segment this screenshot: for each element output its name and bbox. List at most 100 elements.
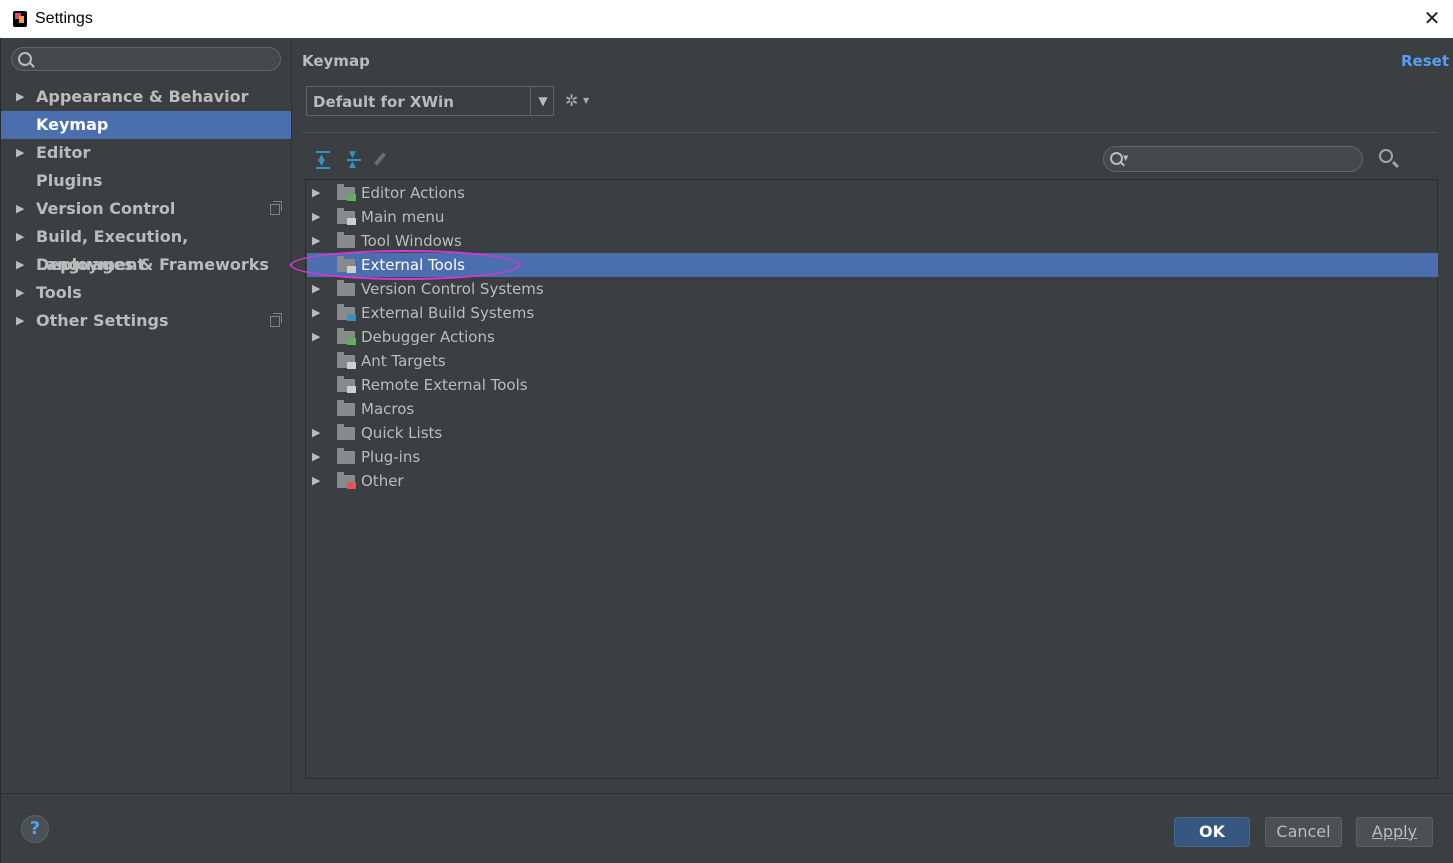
title-bar: Settings ✕ bbox=[0, 0, 1453, 38]
footer-divider bbox=[1, 793, 1453, 794]
sidebar-item-other-settings[interactable]: ▶ Other Settings bbox=[1, 307, 291, 335]
folder-icon bbox=[337, 232, 355, 248]
tree-row-label: Other bbox=[361, 472, 404, 490]
page-title: Keymap bbox=[302, 52, 370, 70]
tree-row-label: Quick Lists bbox=[361, 424, 443, 442]
sidebar-item-label: Keymap bbox=[36, 115, 109, 134]
expand-arrow-icon[interactable]: ▶ bbox=[312, 445, 320, 469]
close-icon[interactable]: ✕ bbox=[1422, 6, 1442, 31]
tree-row[interactable]: ▶ External Build Systems bbox=[307, 301, 1438, 325]
tree-row[interactable]: Macros bbox=[307, 397, 1438, 421]
chevron-down-icon[interactable]: ▼ bbox=[530, 87, 555, 115]
project-settings-icon bbox=[270, 313, 282, 327]
tree-row-label: Debugger Actions bbox=[361, 328, 495, 346]
gear-dropdown-icon[interactable]: ▼ bbox=[583, 96, 589, 105]
reset-link[interactable]: Reset bbox=[1401, 52, 1449, 70]
tree-row[interactable]: ▶ Main menu bbox=[307, 205, 1438, 229]
icon-badge bbox=[347, 482, 356, 489]
icon-badge bbox=[347, 314, 356, 321]
sidebar-item-label: Version Control bbox=[36, 199, 176, 218]
icon-badge bbox=[347, 218, 356, 225]
gear-icon[interactable]: ✲ bbox=[565, 91, 578, 110]
sidebar-item-label: Tools bbox=[36, 283, 82, 302]
tree-row[interactable]: ▶ Debugger Actions bbox=[307, 325, 1438, 349]
sidebar-item-appearance-behavior[interactable]: ▶ Appearance & Behavior bbox=[1, 83, 291, 111]
tree-row-label: Macros bbox=[361, 400, 415, 418]
project-settings-icon bbox=[270, 201, 282, 215]
search-icon bbox=[18, 52, 32, 66]
tree-row-label: Plug-ins bbox=[361, 448, 421, 466]
apply-button[interactable]: Apply bbox=[1356, 817, 1433, 847]
sidebar-item-label: Plugins bbox=[36, 171, 103, 190]
divider bbox=[302, 132, 1438, 133]
expand-all-icon[interactable]: ▲ ▼ bbox=[315, 151, 331, 169]
keymap-select[interactable]: Default for XWin ▼ bbox=[306, 86, 554, 116]
tree-row-label: Ant Targets bbox=[361, 352, 446, 370]
tree-row-label: External Build Systems bbox=[361, 304, 535, 322]
expand-arrow-icon[interactable]: ▶ bbox=[312, 469, 320, 493]
search-icon bbox=[1110, 152, 1123, 165]
sidebar-search-input[interactable] bbox=[11, 47, 281, 71]
sidebar-item-plugins[interactable]: Plugins bbox=[1, 167, 291, 195]
keymap-select-value: Default for XWin bbox=[313, 93, 454, 111]
sidebar-item-editor[interactable]: ▶ Editor bbox=[1, 139, 291, 167]
sidebar-item-tools[interactable]: ▶ Tools bbox=[1, 279, 291, 307]
expand-arrow-icon[interactable]: ▶ bbox=[312, 181, 320, 205]
tree-row[interactable]: ▶ Version Control Systems bbox=[307, 277, 1438, 301]
icon-badge bbox=[347, 194, 356, 201]
tree-row-label: Tool Windows bbox=[361, 232, 462, 250]
tree-row[interactable]: ▶ Tool Windows bbox=[307, 229, 1438, 253]
cancel-button[interactable]: Cancel bbox=[1265, 817, 1342, 847]
expand-arrow-icon[interactable]: ▶ bbox=[16, 223, 24, 251]
intellij-icon bbox=[13, 11, 27, 27]
expand-arrow-icon[interactable]: ▶ bbox=[312, 421, 320, 445]
tree-row[interactable]: ▶ Editor Actions bbox=[307, 181, 1438, 205]
folder-icon bbox=[337, 424, 355, 440]
expand-arrow-icon[interactable]: ▶ bbox=[312, 205, 320, 229]
expand-arrow-icon[interactable]: ▶ bbox=[16, 195, 24, 223]
sidebar-item-build-execution-deployment[interactable]: ▶ Build, Execution, Deployment bbox=[1, 223, 291, 274]
tree-row-label: External Tools bbox=[361, 256, 465, 274]
expand-arrow-icon[interactable]: ▶ bbox=[312, 229, 320, 253]
tree-row[interactable]: External Tools bbox=[307, 253, 1438, 277]
folder-icon bbox=[337, 400, 355, 416]
expand-arrow-icon[interactable]: ▶ bbox=[312, 277, 320, 301]
sidebar-item-languages-frameworks[interactable]: ▶ Languages & Frameworks bbox=[1, 251, 291, 279]
sidebar-item-label: Editor bbox=[36, 143, 91, 162]
tree-row[interactable]: ▶ Quick Lists bbox=[307, 421, 1438, 445]
icon-badge bbox=[347, 338, 356, 345]
search-options-icon[interactable]: ▼ bbox=[1123, 154, 1128, 162]
tree-row[interactable]: ▶ Other bbox=[307, 469, 1438, 493]
sidebar-item-label: Appearance & Behavior bbox=[36, 87, 249, 106]
settings-sidebar: ▶ Appearance & Behavior Keymap ▶ Editor Plugi… bbox=[1, 38, 292, 793]
sidebar-item-label: Languages & Frameworks bbox=[36, 255, 269, 274]
folder-icon bbox=[337, 448, 355, 464]
expand-arrow-icon[interactable]: ▶ bbox=[312, 325, 320, 349]
expand-arrow-icon[interactable]: ▶ bbox=[16, 251, 24, 279]
action-search-input[interactable]: ▼ bbox=[1103, 146, 1363, 172]
tree-row[interactable]: ▶ Plug-ins bbox=[307, 445, 1438, 469]
expand-arrow-icon[interactable]: ▶ bbox=[312, 301, 320, 325]
sidebar-item-label: Other Settings bbox=[36, 311, 169, 330]
expand-arrow-icon[interactable]: ▶ bbox=[16, 279, 24, 307]
tree-row[interactable]: Remote External Tools bbox=[307, 373, 1438, 397]
keymap-actions-tree: ▶ Editor Actions ▶ Main menu ▶ Tool Windows Ex… bbox=[305, 179, 1438, 779]
sidebar-item-keymap[interactable]: Keymap bbox=[1, 111, 291, 139]
tree-row-label: Main menu bbox=[361, 208, 445, 226]
tree-row-label: Remote External Tools bbox=[361, 376, 528, 394]
ok-button[interactable]: OK bbox=[1174, 817, 1250, 847]
sidebar-item-version-control[interactable]: ▶ Version Control bbox=[1, 195, 291, 223]
icon-badge bbox=[347, 266, 356, 273]
tree-row-label: Editor Actions bbox=[361, 184, 465, 202]
collapse-all-icon[interactable]: ▼ ▲ bbox=[346, 151, 362, 170]
tree-row[interactable]: Ant Targets bbox=[307, 349, 1438, 373]
folder-icon bbox=[337, 280, 355, 296]
find-by-shortcut-icon[interactable] bbox=[1379, 149, 1393, 163]
expand-arrow-icon[interactable]: ▶ bbox=[16, 139, 24, 167]
help-button[interactable]: ? bbox=[21, 815, 49, 843]
icon-badge bbox=[347, 386, 356, 393]
tree-row-label: Version Control Systems bbox=[361, 280, 544, 298]
window-title: Settings bbox=[35, 10, 93, 27]
expand-arrow-icon[interactable]: ▶ bbox=[16, 83, 24, 111]
expand-arrow-icon[interactable]: ▶ bbox=[16, 307, 24, 335]
